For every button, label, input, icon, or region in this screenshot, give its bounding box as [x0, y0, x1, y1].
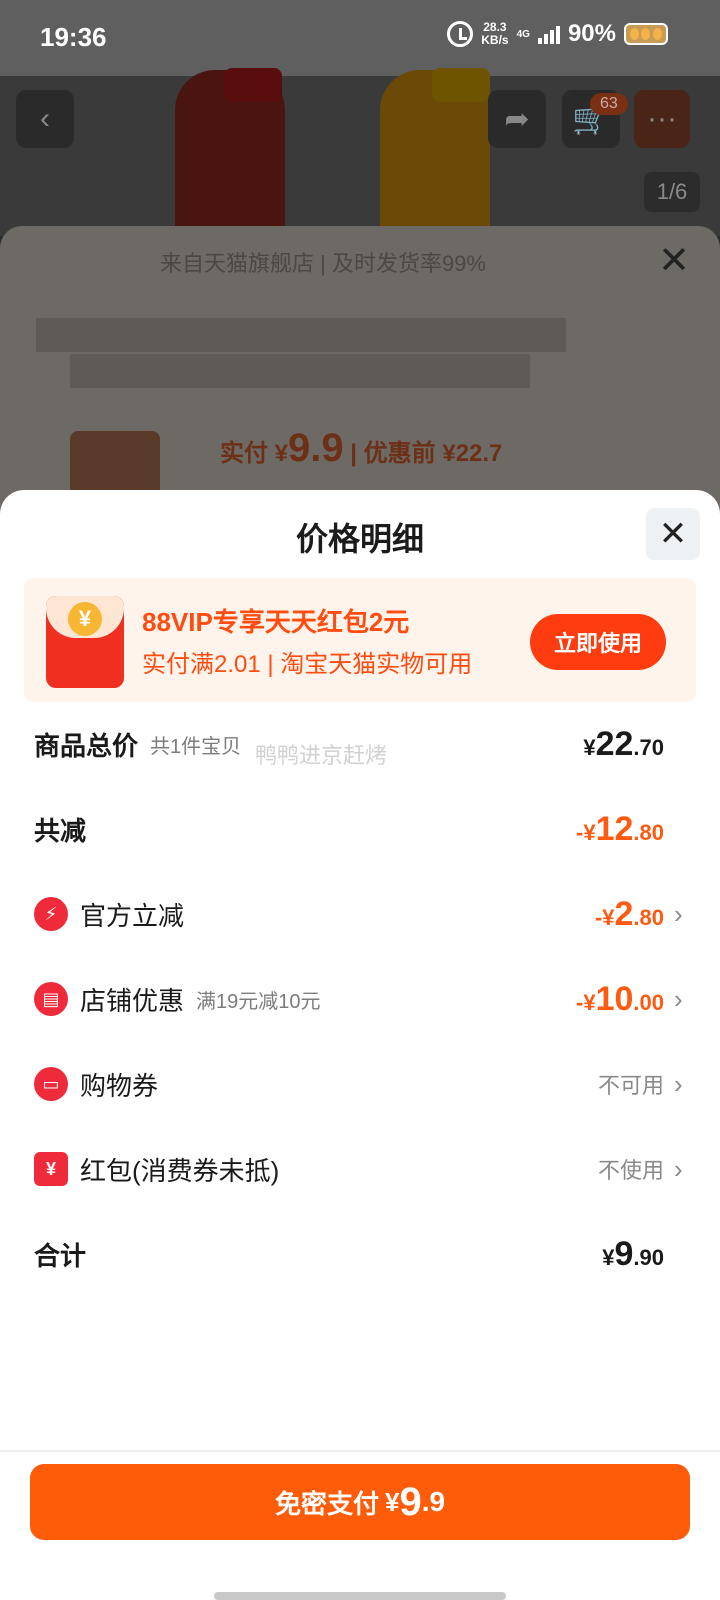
- row-label: 店铺优惠: [80, 985, 185, 1016]
- cart-count-badge: 63: [590, 93, 628, 115]
- ticket-icon: ▭: [34, 1067, 68, 1101]
- row-amount: -¥ 2.80: [594, 894, 664, 933]
- chevron-right-icon: ›: [674, 1153, 683, 1184]
- row-amount: ¥9.90: [602, 1234, 664, 1273]
- row-status: 不使用: [597, 1158, 664, 1183]
- row-label: 商品总价: [34, 730, 139, 761]
- row-label: 共减: [34, 815, 87, 846]
- row-note: 满19元减10元: [196, 990, 321, 1013]
- red-envelope-icon: ¥: [46, 596, 124, 688]
- store-icon: ▤: [34, 982, 68, 1016]
- row-label: 官方立减: [80, 900, 185, 931]
- battery-icon: [624, 23, 668, 45]
- row-note: 共1件宝贝: [150, 735, 242, 758]
- battery-percent: 90%: [567, 20, 616, 47]
- chevron-left-icon: ‹: [40, 102, 50, 135]
- row-label: 合计: [34, 1240, 87, 1271]
- lightning-icon: ⚡: [34, 897, 68, 931]
- vip-redpacket-banner: ¥ 88VIP专享天天红包2元 实付满2.01 | 淘宝天猫实物可用 立即使用: [24, 578, 696, 702]
- close-icon: ✕: [658, 515, 688, 553]
- alarm-icon: [447, 21, 474, 47]
- chevron-right-icon: ›: [674, 898, 683, 929]
- store-info: 来自天猫旗舰店 | 及时发货率99%: [160, 251, 486, 276]
- close-icon[interactable]: ✕: [658, 238, 690, 283]
- signal-icon: [537, 24, 560, 44]
- status-icons: 28.3 KB/s 4G 90%: [447, 20, 668, 48]
- row-status: 不可用: [597, 1073, 664, 1098]
- network-type: 4G: [516, 28, 530, 40]
- home-indicator[interactable]: [214, 1592, 506, 1600]
- blurred-address-2: [70, 354, 530, 388]
- row-amount: -¥ 12.80: [576, 809, 664, 848]
- purchase-sheet-background: 来自天猫旗舰店 | 及时发货率99% ✕ 实付 ¥9.9 | 优惠前 ¥22.7: [0, 226, 720, 526]
- back-button[interactable]: ‹: [16, 90, 74, 148]
- product-cap-red: [224, 68, 282, 102]
- pay-button[interactable]: 免密支付 ¥9.9: [30, 1464, 690, 1540]
- network-speed: 28.3 KB/s: [481, 20, 509, 47]
- price-detail-sheet: 价格明细 ✕ ¥ 88VIP专享天天红包2元 实付满2.01 | 淘宝天猫实物可…: [0, 490, 720, 1600]
- row-amount: ¥22.70: [583, 724, 664, 763]
- chevron-right-icon: ›: [674, 983, 683, 1014]
- promo-subtitle: 实付满2.01 | 淘宝天猫实物可用: [142, 651, 473, 678]
- row-amount: -¥ 10.00: [576, 979, 664, 1018]
- share-icon: ➦: [504, 102, 530, 136]
- bg-price: 实付 ¥9.9 | 优惠前 ¥22.7: [220, 426, 503, 470]
- more-button[interactable]: ···: [634, 90, 690, 148]
- row-label: 购物券: [80, 1070, 159, 1101]
- row-red-packet[interactable]: ¥ 红包(消费券未抵) 不使用 ›: [34, 1139, 688, 1199]
- row-label: 红包(消费券未抵): [80, 1155, 280, 1186]
- chevron-right-icon: ›: [674, 1068, 683, 1099]
- close-button[interactable]: ✕: [646, 508, 700, 560]
- row-grand-total: 合计 ¥9.90: [34, 1224, 688, 1284]
- blurred-address: [36, 318, 566, 352]
- row-official-discount[interactable]: ⚡ 官方立减 -¥ 2.80 ›: [34, 884, 688, 944]
- row-shopping-coupon[interactable]: ▭ 购物券 不可用 ›: [34, 1054, 688, 1114]
- row-goods-total: 商品总价 共1件宝贝 ¥22.70: [34, 714, 688, 774]
- share-button[interactable]: ➦: [488, 90, 546, 148]
- sheet-title: 价格明细: [295, 521, 424, 557]
- use-now-button[interactable]: 立即使用: [530, 614, 666, 670]
- status-bar: 19:36 28.3 KB/s 4G 90%: [0, 0, 720, 76]
- status-time: 19:36: [40, 22, 107, 52]
- product-cap-yellow: [432, 68, 490, 102]
- row-store-discount[interactable]: ▤ 店铺优惠 满19元减10元 -¥ 10.00 ›: [34, 969, 688, 1029]
- footer-divider: [0, 1450, 720, 1452]
- promo-title: 88VIP专享天天红包2元: [142, 607, 410, 637]
- image-index: 1/6: [644, 172, 700, 212]
- more-icon: ···: [647, 102, 677, 135]
- red-packet-icon: ¥: [34, 1152, 68, 1186]
- row-total-discount: 共减 -¥ 12.80: [34, 799, 688, 859]
